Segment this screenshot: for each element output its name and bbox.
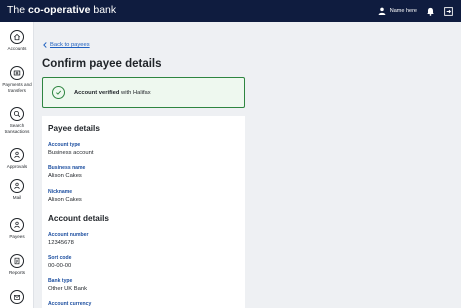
payee-details-heading: Payee details xyxy=(48,124,100,133)
account-number-label: Account number xyxy=(48,232,89,238)
sidebar-item-mail[interactable]: Mail xyxy=(0,179,34,201)
business-name-value: Alison Cakes xyxy=(48,173,82,179)
sidebar-item-approvals[interactable]: Approvals xyxy=(0,148,34,170)
bank-type-value: Other UK Bank xyxy=(48,286,87,292)
sidebar-item-label: Approvals xyxy=(6,164,28,169)
account-details-heading: Account details xyxy=(48,214,109,223)
sidebar-item-search[interactable]: Search transactions xyxy=(0,107,34,134)
bell-icon xyxy=(426,7,434,16)
sidebar-item-label: Reports xyxy=(8,270,26,275)
mail-icon xyxy=(10,179,24,193)
payee-details-card: Payee details Account type Business acco… xyxy=(42,116,245,308)
logo-suffix: bank xyxy=(93,4,117,16)
bank-logo[interactable]: The co-operative bank xyxy=(7,4,116,16)
main-content: Back to payees Confirm payee details Acc… xyxy=(34,22,461,308)
sidebar-item-label: Accounts xyxy=(7,46,27,51)
document-icon xyxy=(10,290,24,304)
sidebar-item-payees[interactable]: Payees xyxy=(0,218,34,240)
sidebar-item-label: Payees xyxy=(9,234,25,239)
nickname-label: Nickname xyxy=(48,189,73,195)
search-icon xyxy=(10,107,24,121)
sort-code-label: Sort code xyxy=(48,255,72,261)
back-to-payees-link[interactable]: Back to payees xyxy=(43,42,90,48)
sidebar-item-more[interactable] xyxy=(0,290,34,306)
sidebar-item-accounts[interactable]: Accounts xyxy=(0,30,34,52)
logout-button[interactable] xyxy=(443,6,453,16)
verification-status: Account verified xyxy=(74,89,120,96)
logo-name: co-operative xyxy=(28,4,91,16)
person-icon xyxy=(378,7,386,15)
reports-icon xyxy=(10,254,24,268)
sidebar-item-reports[interactable]: Reports xyxy=(0,254,34,276)
notifications-button[interactable] xyxy=(425,6,435,16)
top-bar: The co-operative bank Name here xyxy=(0,0,461,22)
verification-message: Account verified with Halifax xyxy=(74,90,151,96)
account-currency-label: Account currency xyxy=(48,301,92,307)
chevron-left-icon xyxy=(43,42,47,48)
payments-icon xyxy=(10,66,24,80)
payees-icon xyxy=(10,218,24,232)
business-name-label: Business name xyxy=(48,165,86,171)
check-circle-icon xyxy=(52,86,65,99)
sidebar-item-label: Search transactions xyxy=(4,123,30,134)
sort-code-value: 00-00-00 xyxy=(48,263,72,269)
verification-banner: Account verified with Halifax xyxy=(42,77,245,108)
sidebar: Accounts Payments and transfers Search t… xyxy=(0,22,34,308)
back-link-label: Back to payees xyxy=(50,42,90,48)
sidebar-item-payments[interactable]: Payments and transfers xyxy=(0,66,34,93)
bank-type-label: Bank type xyxy=(48,278,73,284)
account-type-value: Business account xyxy=(48,150,94,156)
user-menu[interactable]: Name here xyxy=(378,7,417,15)
home-icon xyxy=(10,30,24,44)
logout-icon xyxy=(443,6,453,16)
user-name: Name here xyxy=(389,8,417,14)
account-number-value: 12345678 xyxy=(48,240,74,246)
account-type-label: Account type xyxy=(48,142,81,148)
sidebar-item-label: Payments and transfers xyxy=(2,82,32,93)
approvals-icon xyxy=(10,148,24,162)
page-title: Confirm payee details xyxy=(42,58,162,70)
nickname-value: Alison Cakes xyxy=(48,197,82,203)
logo-prefix: The xyxy=(7,4,26,16)
sidebar-item-label: Mail xyxy=(12,195,22,200)
verification-bank: with Halifax xyxy=(119,89,151,96)
